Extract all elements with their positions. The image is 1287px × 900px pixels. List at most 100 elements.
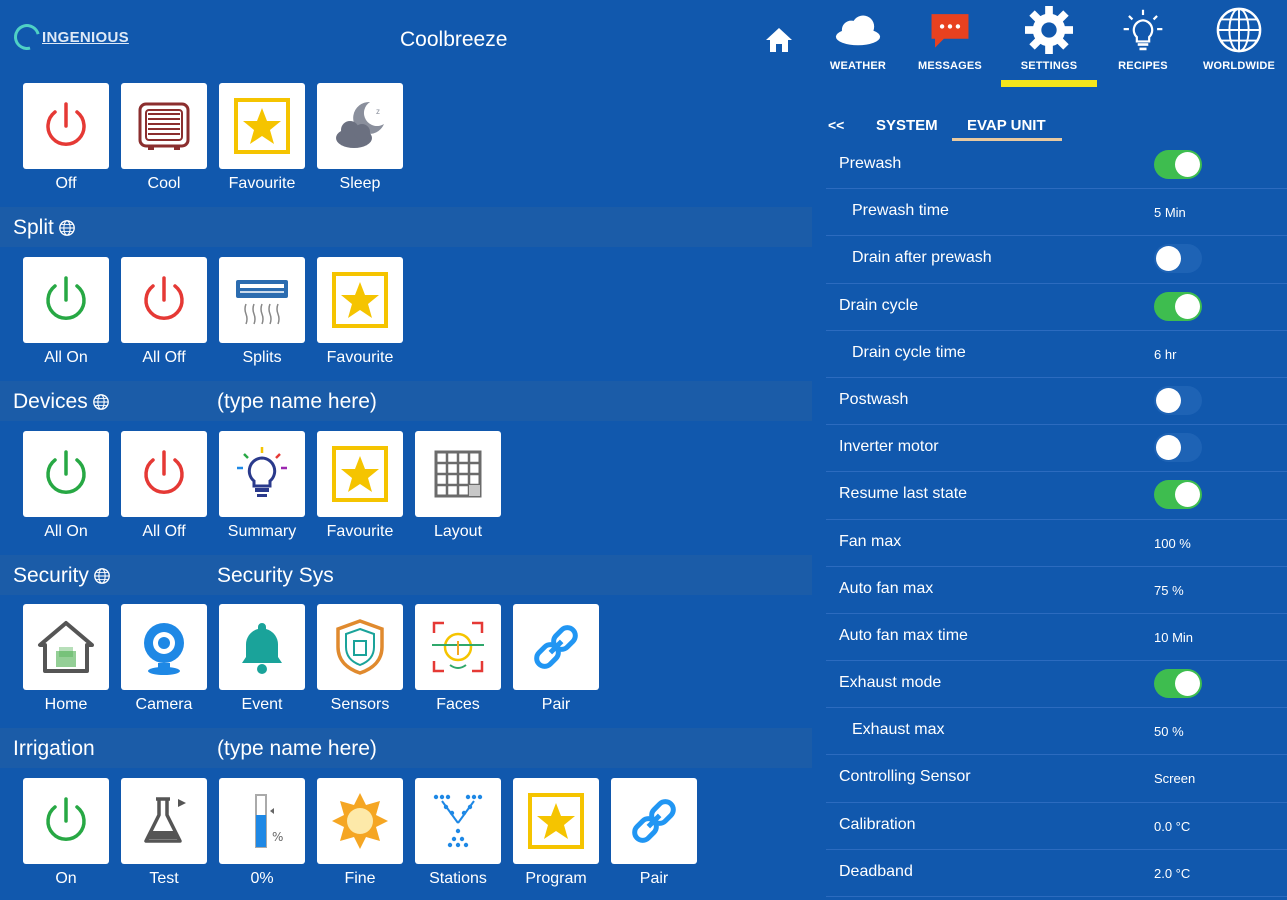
toggle-knob	[1175, 152, 1200, 177]
tile-button[interactable]	[23, 431, 109, 517]
split-tile-splits[interactable]: Splits	[219, 257, 305, 367]
tile-button[interactable]	[121, 778, 207, 864]
tile-button[interactable]	[415, 778, 501, 864]
webcam-icon	[144, 623, 184, 675]
section-subtitle-security[interactable]: Security Sys	[217, 564, 334, 588]
tile-button[interactable]	[415, 431, 501, 517]
nav-recipes[interactable]: RECIPES	[1103, 6, 1183, 72]
devices-tile-favourite[interactable]: Favourite	[317, 431, 403, 541]
home-button[interactable]	[764, 26, 794, 54]
globe-icon[interactable]	[93, 567, 111, 585]
tile-button[interactable]	[23, 257, 109, 343]
tile-button[interactable]	[513, 778, 599, 864]
devices-tile-layout[interactable]: Layout	[415, 431, 501, 541]
tile-button[interactable]: %	[219, 778, 305, 864]
inverter-motor-toggle[interactable]	[1154, 433, 1202, 463]
back-button[interactable]: <<	[828, 117, 844, 133]
nav-settings[interactable]: SETTINGS	[1009, 6, 1089, 72]
mode-tile-cool[interactable]: Cool	[121, 83, 207, 193]
tile-button[interactable]	[219, 604, 305, 690]
tile-button[interactable]	[317, 431, 403, 517]
nav-weather[interactable]: WEATHER	[818, 6, 898, 72]
drain-cycle-toggle[interactable]	[1154, 291, 1202, 321]
globe-icon[interactable]	[58, 219, 76, 237]
tile-button[interactable]	[317, 778, 403, 864]
calibration-value[interactable]: 0.0 °C	[1154, 819, 1190, 834]
security-tile-event[interactable]: Event	[219, 604, 305, 714]
setting-label: Prewash	[839, 155, 902, 172]
security-tile-home[interactable]: Home	[23, 604, 109, 714]
deadband-value[interactable]: 2.0 °C	[1154, 866, 1190, 881]
tile-button[interactable]	[219, 83, 305, 169]
tile-button[interactable]	[219, 257, 305, 343]
exhaust-mode-toggle[interactable]	[1154, 669, 1202, 699]
nav-worldwide[interactable]: WORLDWIDE	[1199, 6, 1279, 72]
tile-button[interactable]	[513, 604, 599, 690]
section-subtitle-irrigation[interactable]: (type name here)	[217, 737, 377, 761]
settings-list: Prewash Prewash time 5 Min Drain after prew…	[826, 142, 1287, 897]
devices-tile-all-on[interactable]: All On	[23, 431, 109, 541]
cloud-icon	[835, 15, 881, 46]
section-title-split: Split	[13, 216, 54, 239]
prewash-toggle[interactable]	[1154, 150, 1202, 179]
security-tile-camera[interactable]: Camera	[121, 604, 207, 714]
split-tile-all-off[interactable]: All Off	[121, 257, 207, 367]
tile-button[interactable]	[121, 604, 207, 690]
setting-label: Resume last state	[839, 485, 968, 503]
tile-button[interactable]	[317, 604, 403, 690]
tab-evap-unit[interactable]: EVAP UNIT	[967, 117, 1046, 134]
auto-fan-max-time-value[interactable]: 10 Min	[1154, 630, 1193, 645]
setting-label: Deadband	[839, 862, 913, 880]
exhaust-max-value[interactable]: 50 %	[1154, 724, 1184, 739]
section-subtitle-devices[interactable]: (type name here)	[217, 390, 377, 414]
tile-button[interactable]: z	[317, 83, 403, 169]
prewash-time-value[interactable]: 5 Min	[1154, 205, 1186, 220]
drain-cycle-time-value[interactable]: 6 hr	[1154, 347, 1176, 362]
tile-label: Program	[525, 870, 587, 887]
irrigation-tile-test[interactable]: Test	[121, 778, 207, 888]
tile-button[interactable]	[23, 83, 109, 169]
nav-messages[interactable]: MESSAGES	[910, 6, 990, 72]
tile-button[interactable]	[219, 431, 305, 517]
resume-last-state-toggle[interactable]	[1154, 480, 1202, 510]
bell-icon	[242, 623, 282, 674]
postwash-toggle[interactable]	[1154, 385, 1202, 415]
tile-button[interactable]	[23, 604, 109, 690]
irrigation-tile-stations[interactable]: Stations	[415, 778, 501, 888]
tile-button[interactable]	[415, 604, 501, 690]
tile-button[interactable]	[121, 431, 207, 517]
setting-row-prewash-time: Prewash time 5 Min	[826, 189, 1287, 237]
irrigation-tile-fine[interactable]: Fine	[317, 778, 403, 888]
setting-label: Drain cycle time	[852, 343, 966, 361]
split-tile-favourite[interactable]: Favourite	[317, 257, 403, 367]
tile-button[interactable]	[23, 778, 109, 864]
mode-tile-favourite[interactable]: Favourite	[219, 83, 305, 193]
tile-button[interactable]	[121, 257, 207, 343]
security-tile-faces[interactable]: Faces	[415, 604, 501, 714]
drain-after-prewash-toggle[interactable]	[1154, 244, 1202, 274]
devices-tile-summary[interactable]: Summary	[219, 431, 305, 541]
devices-tile-all-off[interactable]: All Off	[121, 431, 207, 541]
split-tile-all-on[interactable]: All On	[23, 257, 109, 367]
tab-system[interactable]: SYSTEM	[876, 117, 938, 134]
mode-tile-off[interactable]: Off	[23, 83, 109, 193]
setting-row-prewash: Prewash	[826, 142, 1287, 190]
globe-icon[interactable]	[92, 393, 110, 411]
irrigation-tile-program[interactable]: Program	[513, 778, 599, 888]
auto-fan-max-value[interactable]: 75 %	[1154, 583, 1184, 598]
irrigation-tile-pair[interactable]: Pair	[611, 778, 697, 888]
controlling-sensor-value[interactable]: Screen	[1154, 771, 1195, 786]
mode-tile-sleep[interactable]: z Sleep	[317, 83, 403, 193]
tile-button[interactable]	[611, 778, 697, 864]
tile-button[interactable]	[121, 83, 207, 169]
security-tile-sensors[interactable]: Sensors	[317, 604, 403, 714]
app-header: INGENIOUS Coolbreeze	[0, 0, 812, 74]
setting-label: Exhaust mode	[839, 674, 942, 692]
security-tile-pair[interactable]: Pair	[513, 604, 599, 714]
tile-button[interactable]	[317, 257, 403, 343]
irrigation-tile-on[interactable]: On	[23, 778, 109, 888]
setting-row-drain-after-prewash: Drain after prewash	[826, 236, 1287, 284]
fan-max-value[interactable]: 100 %	[1154, 536, 1191, 551]
irrigation-tile-0[interactable]: % 0%	[219, 778, 305, 888]
toggle-knob	[1175, 293, 1200, 319]
